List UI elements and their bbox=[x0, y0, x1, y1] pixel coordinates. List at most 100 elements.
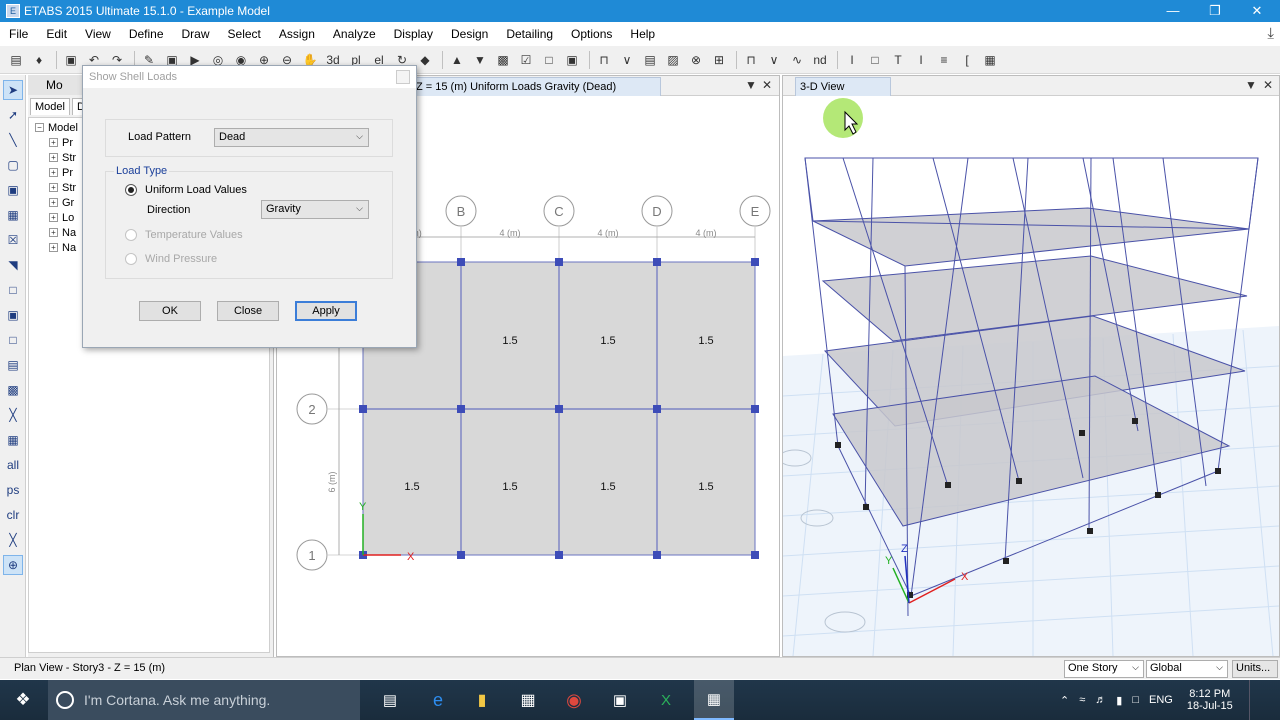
screen-recorder-icon[interactable]: ▣ bbox=[602, 680, 638, 720]
wall-icon[interactable]: ▤ bbox=[640, 50, 660, 70]
support-icon[interactable]: ∨ bbox=[764, 50, 784, 70]
joint[interactable] bbox=[751, 405, 759, 413]
grid-icon[interactable]: ⊞ bbox=[709, 50, 729, 70]
panel-close-icon[interactable]: ✕ bbox=[762, 78, 772, 92]
menu-view[interactable]: View bbox=[76, 27, 120, 41]
brace-icon[interactable]: ∨ bbox=[617, 50, 637, 70]
snap-points-icon[interactable]: ⊕ bbox=[3, 555, 23, 575]
open-icon[interactable]: ♦ bbox=[29, 50, 49, 70]
structure-icon[interactable]: ⊓ bbox=[741, 50, 761, 70]
menu-analyze[interactable]: Analyze bbox=[324, 27, 385, 41]
menu-design[interactable]: Design bbox=[442, 27, 497, 41]
wall-design-icon[interactable]: □ bbox=[865, 50, 885, 70]
dialog-close-icon[interactable] bbox=[396, 70, 410, 84]
checkbox-icon[interactable]: ☑ bbox=[516, 50, 536, 70]
move-down-icon[interactable]: ▼ bbox=[470, 50, 490, 70]
joint[interactable] bbox=[555, 551, 563, 559]
wind-pressure-radio[interactable] bbox=[125, 253, 137, 265]
joint[interactable] bbox=[751, 551, 759, 559]
menu-display[interactable]: Display bbox=[385, 27, 442, 41]
joint[interactable] bbox=[751, 258, 759, 266]
composite-icon[interactable]: ▦ bbox=[980, 50, 1000, 70]
network-icon[interactable]: ≈ bbox=[1079, 694, 1085, 706]
bracket-icon[interactable]: [ bbox=[957, 50, 977, 70]
view-3d-canvas[interactable]: X Y Z bbox=[783, 96, 1279, 656]
uniform-load-radio[interactable] bbox=[125, 184, 137, 196]
menu-file[interactable]: File bbox=[0, 27, 37, 41]
joint[interactable] bbox=[653, 258, 661, 266]
clear-selection-icon[interactable]: clr bbox=[3, 505, 23, 525]
expand-icon[interactable]: + bbox=[49, 198, 58, 207]
tab-model[interactable]: Model bbox=[30, 98, 70, 115]
chrome-icon[interactable]: ◉ bbox=[556, 680, 592, 720]
draw-line-icon[interactable]: ╲ bbox=[3, 130, 23, 150]
plan-view-tab[interactable]: Z = 15 (m) Uniform Loads Gravity (Dead) bbox=[411, 77, 661, 96]
joint[interactable] bbox=[457, 258, 465, 266]
draw-wall-stack-icon[interactable]: ▩ bbox=[3, 380, 23, 400]
move-up-icon[interactable]: ▲ bbox=[447, 50, 467, 70]
view-3d-tab[interactable]: 3-D View bbox=[795, 77, 891, 96]
expand-icon[interactable]: + bbox=[49, 243, 58, 252]
store-icon[interactable]: ▦ bbox=[510, 680, 546, 720]
show-desktop-button[interactable] bbox=[1248, 680, 1255, 720]
snap-icon[interactable]: ╳ bbox=[3, 530, 23, 550]
link-icon[interactable]: ⊗ bbox=[686, 50, 706, 70]
shrink-icon[interactable]: □ bbox=[539, 50, 559, 70]
panel-close-icon[interactable]: ✕ bbox=[1263, 78, 1273, 92]
etabs-taskbar-icon[interactable]: ▦ bbox=[694, 680, 734, 720]
menu-help[interactable]: Help bbox=[621, 27, 664, 41]
slab-design-icon[interactable]: ≡ bbox=[934, 50, 954, 70]
joint[interactable] bbox=[653, 405, 661, 413]
spring-icon[interactable]: ∿ bbox=[787, 50, 807, 70]
expand-icon[interactable]: + bbox=[49, 138, 58, 147]
steel-design-icon[interactable]: I bbox=[911, 50, 931, 70]
joint[interactable] bbox=[555, 258, 563, 266]
temperature-radio[interactable] bbox=[125, 229, 137, 241]
joint[interactable] bbox=[653, 551, 661, 559]
expand-icon[interactable]: + bbox=[49, 183, 58, 192]
minimize-button[interactable]: — bbox=[1152, 0, 1194, 22]
tray-chevron-icon[interactable]: ⌃ bbox=[1060, 694, 1069, 707]
draw-link-icon[interactable]: ╳ bbox=[3, 405, 23, 425]
draw-brace-icon[interactable]: ▢ bbox=[3, 155, 23, 175]
expand-icon[interactable]: + bbox=[49, 153, 58, 162]
battery-icon[interactable]: ▮ bbox=[1116, 694, 1122, 707]
cortana-search[interactable]: I'm Cortana. Ask me anything. bbox=[48, 680, 360, 720]
apply-button[interactable]: Apply bbox=[295, 301, 357, 321]
windows-start-icon[interactable]: ❖ bbox=[0, 680, 46, 720]
frame-icon[interactable]: ⊓ bbox=[594, 50, 614, 70]
expand-icon[interactable]: + bbox=[49, 228, 58, 237]
nd-icon[interactable]: nd bbox=[810, 50, 830, 70]
maximize-button[interactable]: ❐ bbox=[1194, 0, 1236, 22]
slab-level-4[interactable] bbox=[812, 207, 1250, 267]
ok-button[interactable]: OK bbox=[139, 301, 201, 321]
menu-draw[interactable]: Draw bbox=[173, 27, 219, 41]
draw-grid-icon[interactable]: ▦ bbox=[3, 430, 23, 450]
expand-icon[interactable]: + bbox=[49, 213, 58, 222]
perspective-icon[interactable]: ◆ bbox=[415, 50, 435, 70]
draw-floor-icon[interactable]: ◥ bbox=[3, 255, 23, 275]
expand-icon[interactable]: + bbox=[49, 168, 58, 177]
close-dialog-button[interactable]: Close bbox=[217, 301, 279, 321]
new-model-icon[interactable]: ▤ bbox=[6, 50, 26, 70]
menu-options[interactable]: Options bbox=[562, 27, 621, 41]
draw-beam-icon[interactable]: ▦ bbox=[3, 205, 23, 225]
menu-assign[interactable]: Assign bbox=[270, 27, 324, 41]
load-pattern-select[interactable]: Dead ⌵ bbox=[214, 128, 369, 147]
joint[interactable] bbox=[555, 405, 563, 413]
clock[interactable]: 8:12 PM 18-Jul-15 bbox=[1187, 688, 1233, 712]
close-button[interactable]: ✕ bbox=[1236, 0, 1278, 22]
draw-quick-floor-icon[interactable]: ▣ bbox=[3, 305, 23, 325]
panel-dropdown-icon[interactable]: ▼ bbox=[1245, 78, 1257, 92]
draw-rect-floor-icon[interactable]: □ bbox=[3, 280, 23, 300]
draw-xbrace-icon[interactable]: ☒ bbox=[3, 230, 23, 250]
direction-select[interactable]: Gravity ⌵ bbox=[261, 200, 369, 219]
menu-detailing[interactable]: Detailing bbox=[497, 27, 562, 41]
file-explorer-icon[interactable]: ▮ bbox=[464, 680, 500, 720]
beam-design-icon[interactable]: T bbox=[888, 50, 908, 70]
download-icon[interactable]: ⤓ bbox=[1267, 25, 1274, 42]
story-select[interactable]: One Story ⌵ bbox=[1064, 660, 1144, 678]
units-button[interactable]: Units... bbox=[1232, 660, 1278, 678]
draw-column-icon[interactable]: ▣ bbox=[3, 180, 23, 200]
draw-opening-icon[interactable]: ▤ bbox=[3, 355, 23, 375]
